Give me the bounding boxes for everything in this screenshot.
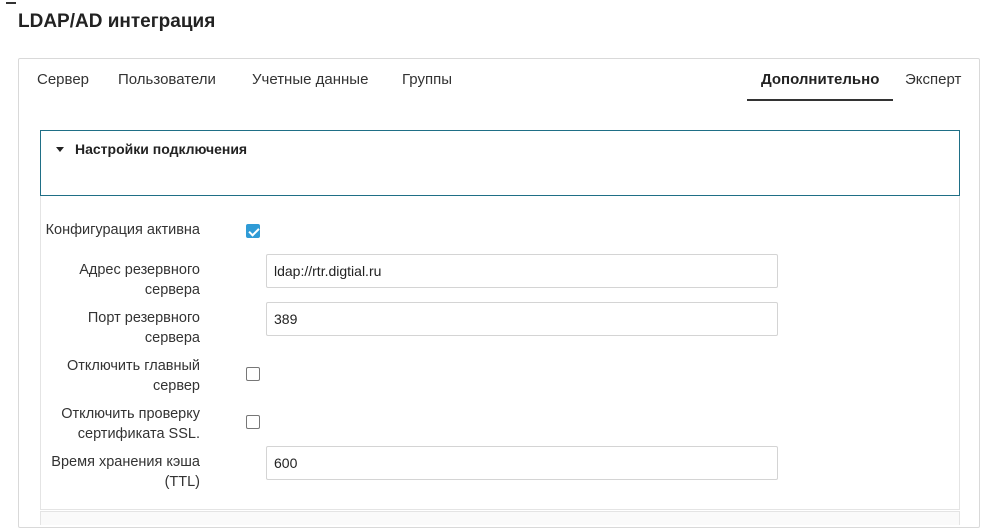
backup-host-label: Адрес резервного сервера [0,260,200,300]
disable-main-checkbox[interactable] [246,367,260,381]
backup-host-label-line1: Адрес резервного [79,262,200,278]
cache-ttl-label-line1: Время хранения кэша [51,454,200,470]
tab-advanced[interactable]: Дополнительно [747,59,894,101]
tab-users[interactable]: Пользователи [118,59,216,99]
backup-port-label-line2: сервера [144,330,200,346]
tab-bar: Сервер Пользователи Учетные данные Групп… [19,59,979,101]
page-title: LDAP/AD интеграция [18,11,216,32]
backup-port-input[interactable] [266,302,778,336]
corner-dash [6,2,16,4]
backup-host-input[interactable] [266,254,778,288]
disable-ssl-checkbox[interactable] [246,415,260,429]
disable-main-label: Отключить главный сервер [0,356,200,396]
disable-ssl-label-line1: Отключить проверку [61,406,200,422]
disable-main-label-line1: Отключить главный [66,358,200,374]
settings-card: Сервер Пользователи Учетные данные Групп… [18,58,980,528]
next-panel-edge [40,511,960,525]
config-active-checkbox[interactable] [246,224,260,238]
config-active-label: Конфигурация активна [45,222,200,238]
backup-port-label-line1: Порт резервного [87,310,200,326]
tab-groups[interactable]: Группы [402,59,452,99]
disable-ssl-label-line2: сертификата SSL. [77,426,200,442]
backup-host-label-line2: сервера [144,282,200,298]
disable-ssl-label: Отключить проверку сертификата SSL. [0,404,200,444]
cache-ttl-input[interactable] [266,446,778,480]
backup-port-label: Порт резервного сервера [0,308,200,348]
cache-ttl-label: Время хранения кэша (TTL) [0,452,200,492]
panel-title: Настройки подключения [75,141,248,157]
disable-main-label-line2: сервер [152,378,200,394]
connection-settings-header[interactable]: Настройки подключения [40,130,960,196]
tab-expert[interactable]: Эксперт [905,59,961,99]
caret-down-icon [56,147,64,152]
tab-credentials[interactable]: Учетные данные [252,59,368,99]
tab-server[interactable]: Сервер [37,59,89,99]
cache-ttl-label-line2: (TTL) [164,474,200,490]
